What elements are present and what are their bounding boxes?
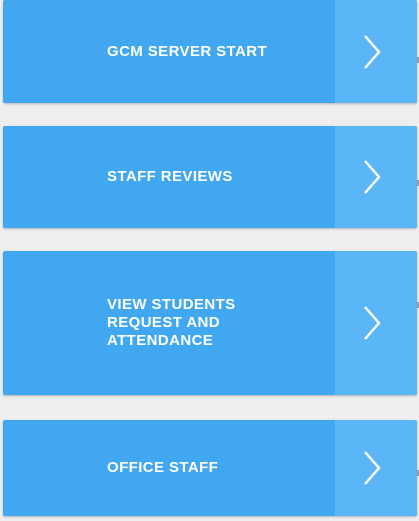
chevron-button[interactable]	[335, 420, 417, 516]
menu-item-view-students-request-attendance[interactable]: VIEW STUDENTS REQUEST AND ATTENDANCE	[3, 251, 417, 395]
menu-item-label: VIEW STUDENTS REQUEST AND ATTENDANCE	[107, 296, 236, 349]
chevron-button[interactable]	[335, 126, 417, 228]
chevron-right-icon	[364, 34, 381, 69]
menu-item-gcm-server-start[interactable]: GCM SERVER START	[3, 0, 417, 103]
chevron-right-icon	[364, 160, 381, 194]
chevron-button[interactable]	[335, 0, 417, 103]
menu-item-label: OFFICE STAFF	[107, 459, 219, 476]
menu-item-office-staff[interactable]: OFFICE STAFF	[3, 420, 417, 516]
menu-item-label: GCM SERVER START	[107, 42, 268, 60]
chevron-right-icon	[364, 306, 381, 340]
menu-item-staff-reviews[interactable]: STAFF REVIEWS	[3, 126, 417, 228]
menu-item-label: STAFF REVIEWS	[107, 168, 233, 185]
chevron-right-icon	[364, 451, 381, 485]
chevron-button[interactable]	[335, 251, 417, 395]
menu-list: GCM SERVER START STAFF REVIEWS VIEW STUD…	[0, 0, 419, 521]
